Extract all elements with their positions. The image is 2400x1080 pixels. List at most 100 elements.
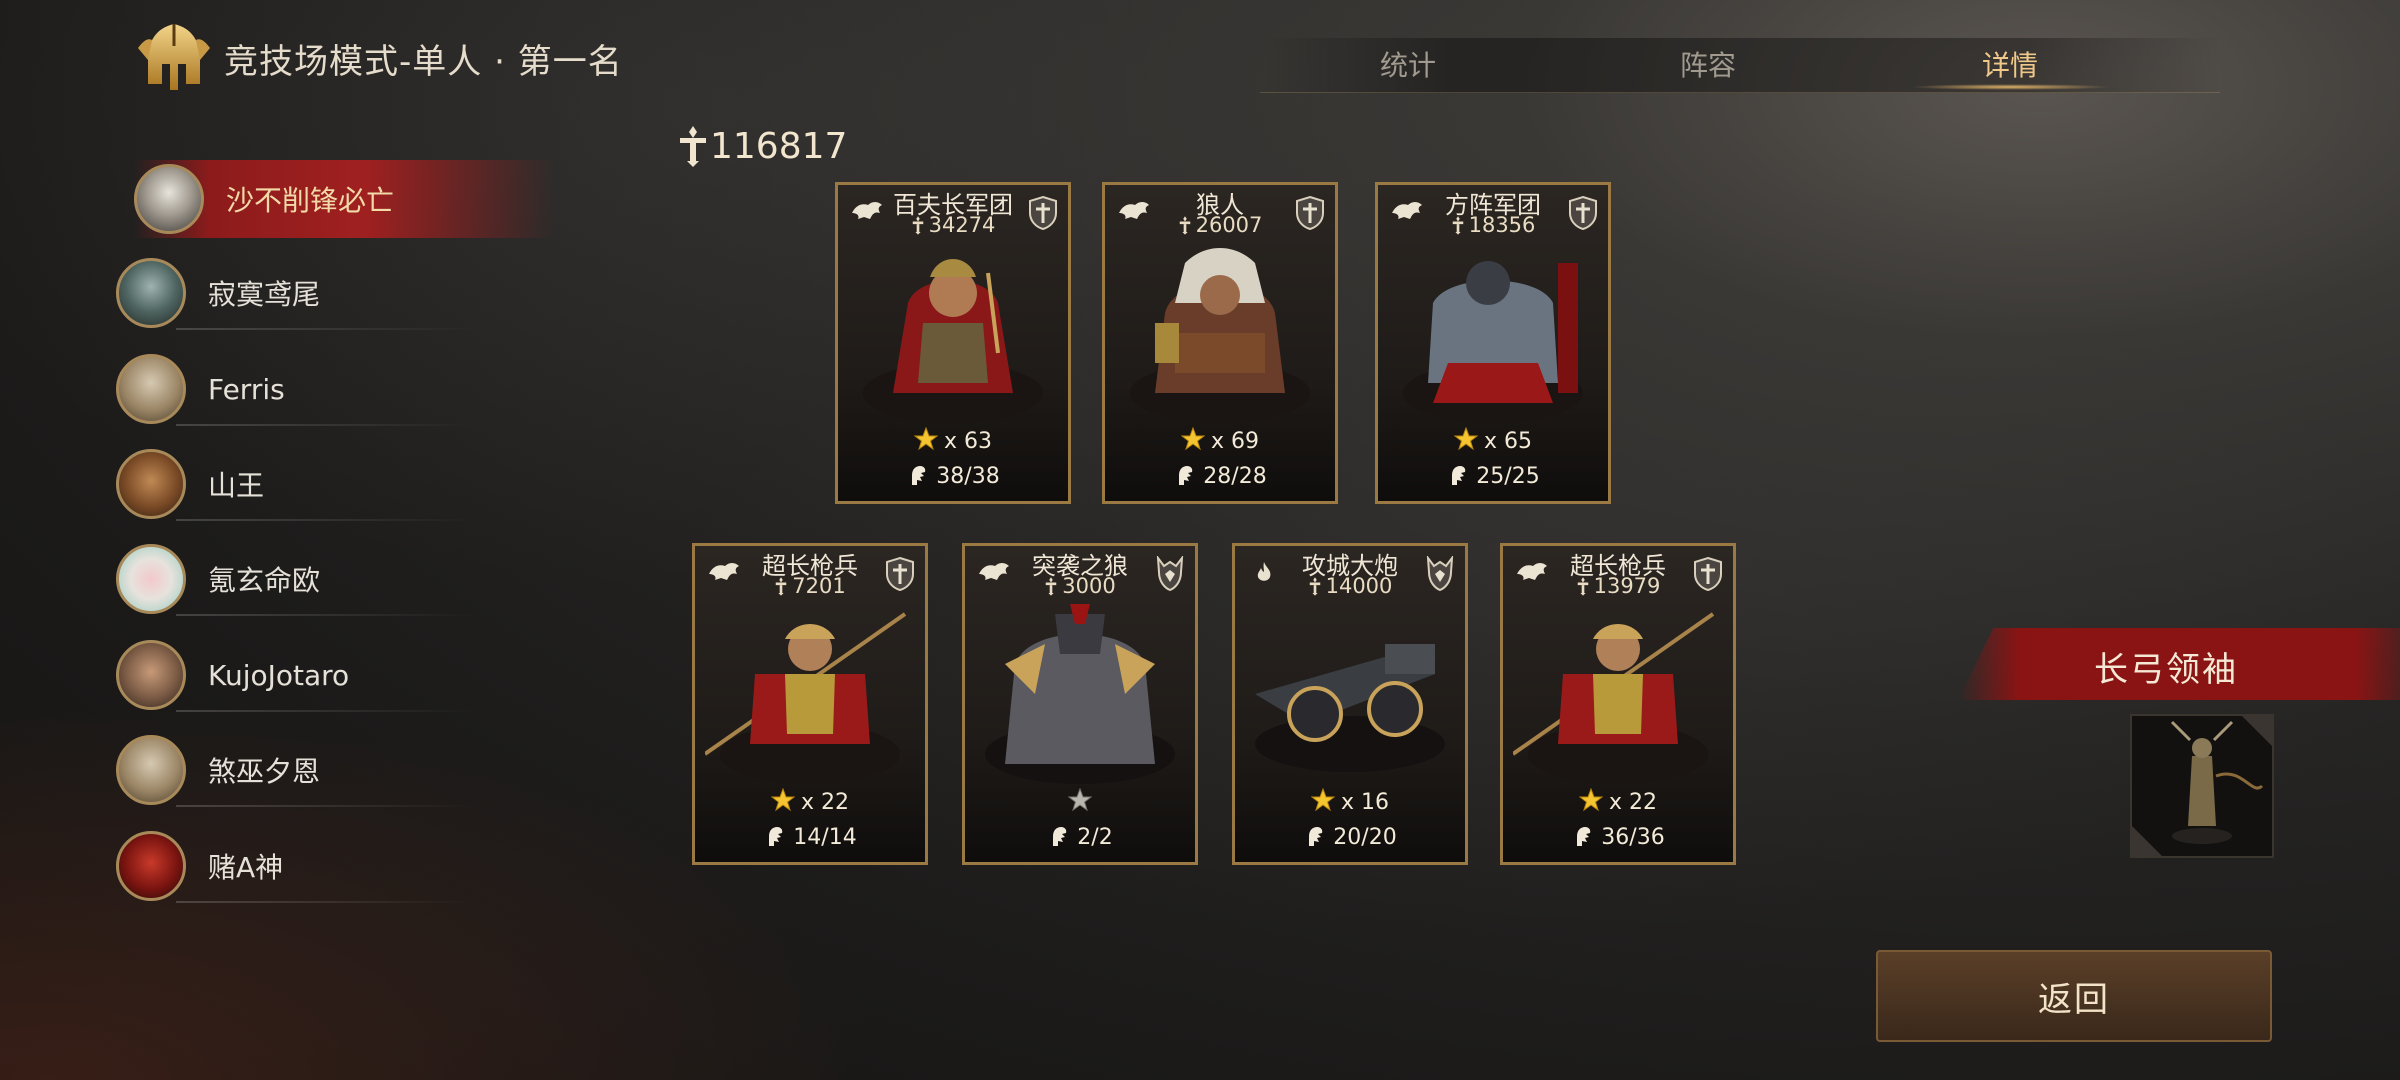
total-power: 116817	[676, 124, 847, 168]
back-button[interactable]: 返回	[1876, 950, 2272, 1042]
unit-star-count: x 22	[800, 790, 849, 815]
unit-power: 7201	[695, 574, 925, 598]
avatar	[116, 640, 186, 710]
unit-stars: x 22	[1503, 788, 1733, 815]
player-item-6[interactable]: KujoJotaro	[116, 636, 486, 714]
player-item-2[interactable]: 寂寞鸢尾	[116, 254, 486, 332]
unit-power-value: 14000	[1325, 574, 1393, 598]
star-icon	[914, 427, 938, 451]
unit-portrait	[1255, 644, 1445, 772]
gauntlet-icon	[906, 463, 930, 487]
unit-card-7[interactable]: 超长枪兵 13979 x 22 36/36	[1500, 543, 1736, 865]
unit-stars: x 63	[838, 427, 1068, 454]
unit-capacity-value: 20/20	[1333, 825, 1397, 850]
unit-capacity: 2/2	[965, 824, 1195, 850]
unit-star-count: x 63	[943, 429, 992, 454]
unit-card-4[interactable]: 超长枪兵 7201 x 22 14/14	[692, 543, 928, 865]
avatar	[116, 544, 186, 614]
unit-capacity-value: 25/25	[1476, 464, 1540, 489]
player-name: 沙不削锋必亡	[226, 184, 395, 217]
player-item-5[interactable]: 氪玄命欧	[116, 540, 486, 618]
gauntlet-icon	[1446, 463, 1470, 487]
unit-capacity: 38/38	[838, 463, 1068, 489]
unit-portrait	[705, 612, 907, 784]
divider	[176, 614, 476, 616]
total-power-value: 116817	[710, 125, 848, 167]
leader-portrait[interactable]	[2130, 714, 2274, 858]
star-icon	[1579, 788, 1603, 812]
avatar	[116, 449, 186, 519]
unit-star-count: x 22	[1608, 790, 1657, 815]
unit-capacity: 20/20	[1235, 824, 1465, 850]
unit-power: 14000	[1235, 574, 1465, 598]
player-name: 赌A神	[208, 851, 284, 884]
unit-card-6[interactable]: 攻城大炮 14000 x 16 20/20	[1232, 543, 1468, 865]
unit-stars: x 22	[695, 788, 925, 815]
tab-statistics[interactable]: 统计	[1348, 44, 1468, 84]
divider	[176, 424, 476, 426]
unit-card-3[interactable]: 方阵军团 18356 x 65 25/25	[1375, 182, 1611, 504]
unit-capacity: 14/14	[695, 824, 925, 850]
player-item-3[interactable]: Ferris	[116, 350, 486, 428]
unit-card-1[interactable]: 百夫长军团 34274 x 63 38/38	[835, 182, 1071, 504]
avatar	[116, 735, 186, 805]
unit-capacity-value: 36/36	[1601, 825, 1665, 850]
unit-star-count: x 16	[1340, 790, 1389, 815]
unit-capacity-value: 14/14	[793, 825, 857, 850]
power-icon	[1451, 215, 1465, 235]
unit-capacity: 36/36	[1503, 824, 1733, 850]
unit-portrait	[1513, 612, 1715, 784]
player-name: Ferris	[208, 372, 285, 406]
player-item-4[interactable]: 山王	[116, 445, 486, 523]
avatar	[134, 164, 204, 234]
star-icon	[1181, 427, 1205, 451]
tab-details[interactable]: 详情	[1950, 44, 2070, 84]
player-item-7[interactable]: 煞巫夕恩	[116, 731, 486, 809]
unit-power: 26007	[1105, 213, 1335, 237]
player-name: KujoJotaro	[208, 658, 350, 692]
star-icon	[771, 788, 795, 812]
unit-capacity-value: 2/2	[1077, 825, 1113, 850]
avatar	[116, 258, 186, 328]
unit-power-value: 26007	[1195, 213, 1263, 237]
unit-power-value: 3000	[1062, 574, 1116, 598]
player-item-1[interactable]: 沙不削锋必亡	[134, 160, 554, 238]
gauntlet-icon	[763, 824, 787, 848]
unit-star-count: x 65	[1483, 429, 1532, 454]
player-item-8[interactable]: 赌A神	[116, 827, 486, 905]
leader-title: 长弓领袖	[2094, 650, 2238, 690]
power-icon	[680, 126, 706, 167]
gauntlet-icon	[1173, 463, 1197, 487]
unit-stars: x 69	[1105, 427, 1335, 454]
divider	[176, 901, 476, 903]
tab-lineup[interactable]: 阵容	[1648, 44, 1768, 84]
unit-stars	[965, 788, 1195, 815]
unit-power: 13979	[1503, 574, 1733, 598]
unit-capacity: 25/25	[1378, 463, 1608, 489]
gauntlet-icon	[1047, 824, 1071, 848]
unit-power-value: 34274	[928, 213, 996, 237]
unit-card-2[interactable]: 狼人 26007 x 69 28/28	[1102, 182, 1338, 504]
star-icon	[1068, 788, 1092, 812]
unit-power: 34274	[838, 213, 1068, 237]
power-icon	[1308, 576, 1322, 596]
player-name: 煞巫夕恩	[208, 755, 321, 788]
player-name: 氪玄命欧	[208, 564, 321, 597]
unit-portrait	[863, 259, 1043, 423]
leader-image	[2132, 716, 2272, 856]
power-icon	[1178, 215, 1192, 235]
avatar	[116, 831, 186, 901]
divider	[176, 328, 476, 330]
power-icon	[774, 576, 788, 596]
avatar	[116, 354, 186, 424]
player-name: 寂寞鸢尾	[208, 278, 321, 311]
divider	[176, 710, 476, 712]
unit-portrait	[985, 604, 1175, 784]
star-icon	[1311, 788, 1335, 812]
unit-card-5[interactable]: 突袭之狼 3000 2/2	[962, 543, 1198, 865]
power-icon	[1044, 576, 1058, 596]
divider	[176, 805, 476, 807]
unit-stars: x 16	[1235, 788, 1465, 815]
unit-power: 18356	[1378, 213, 1608, 237]
unit-power-value: 7201	[792, 574, 846, 598]
